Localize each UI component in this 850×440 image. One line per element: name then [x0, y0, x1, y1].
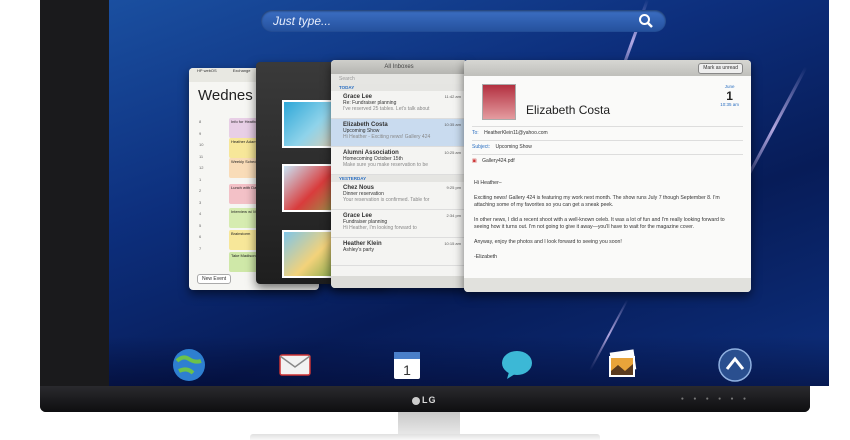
mail-preview: Make sure you make reservation to be [343, 162, 429, 168]
mail-subject: Ashley's party [343, 247, 374, 253]
search-icon[interactable] [638, 13, 654, 29]
pdf-icon: ▣ [472, 158, 477, 164]
mail-time: 10:25 am [444, 150, 461, 155]
hour-label: 8 [199, 119, 202, 124]
hour-label: 7 [199, 245, 202, 251]
mail-preview: Hi Heather, I'm looking forward to [343, 225, 417, 231]
brand-logo: LG [412, 395, 437, 405]
body-paragraph: Exciting news! Gallery 424 is featuring … [474, 195, 720, 208]
email-date: June 1 10:35 am [720, 84, 739, 108]
lg-logo-icon [412, 396, 420, 405]
mail-preview: Hi Heather - Exciting news! Gallery 424 [343, 134, 431, 140]
mail-time: 9:25 pm [446, 185, 461, 190]
calendar-tab[interactable]: HP webOS [197, 68, 217, 82]
photos-icon[interactable] [605, 347, 641, 383]
email-detail-card[interactable]: Mark as unread Elizabeth Costa June 1 10… [464, 60, 751, 292]
launcher-arrow-icon[interactable] [717, 347, 753, 383]
hour-label: 1 [199, 176, 202, 182]
mail-item[interactable]: Chez Nous Dinner reservation Your reserv… [331, 182, 467, 210]
subject-value: Upcoming Show [495, 144, 532, 150]
calendar-tab[interactable]: Exchange [233, 68, 251, 82]
mail-list-card[interactable]: All Inboxes Search TODAY Grace Lee Re: F… [331, 60, 467, 288]
new-event-button[interactable]: New Event [197, 274, 232, 284]
to-label: To: [472, 130, 479, 136]
globe-icon[interactable] [171, 347, 207, 383]
chat-bubble-icon[interactable] [499, 347, 535, 383]
monitor: Just type... HP webOS Exchange Wednes 8 … [40, 0, 829, 412]
mail-preview: I've reserved 25 tables. Let's talk abou… [343, 106, 430, 112]
mail-time: 10:35 am [444, 122, 461, 127]
attachment-name[interactable]: Gallery424.pdf [482, 158, 515, 164]
search-placeholder: Just type... [273, 14, 332, 28]
to-row[interactable]: To: HeatherKlein11@yahoo.com [472, 126, 743, 139]
mail-list-header: All Inboxes [331, 60, 467, 74]
brand-text: LG [422, 395, 437, 405]
attachment-row[interactable]: ▣ Gallery424.pdf [472, 154, 743, 167]
date-time: 10:35 am [720, 102, 739, 107]
body-paragraph: -Elizabeth [474, 254, 498, 260]
mail-search-input[interactable]: Search [331, 74, 467, 84]
email-actions-toolbar [464, 278, 751, 292]
subject-row: Subject: Upcoming Show [472, 140, 743, 153]
mail-item[interactable]: Grace Lee Re: Fundraiser planning I've r… [331, 91, 467, 119]
hour-label: 3 [199, 199, 202, 205]
calendar-icon[interactable]: 1 [389, 347, 425, 383]
hour-label: 10 [199, 142, 204, 147]
mail-item[interactable]: Grace Lee Fundraiser planning Hi Heather… [331, 210, 467, 238]
body-paragraph: Hi Heather– [474, 180, 502, 186]
mail-preview: Your reservation is confirmed. Table for [343, 197, 430, 203]
hour-label: 9 [199, 130, 202, 136]
monitor-stand-base [250, 434, 600, 440]
mail-item-selected[interactable]: Elizabeth Costa Upcoming Show Hi Heather… [331, 119, 467, 147]
date-day: 1 [726, 89, 733, 103]
svg-text:1: 1 [403, 362, 411, 378]
mark-unread-button[interactable]: Mark as unread [698, 63, 743, 74]
section-today: TODAY [331, 84, 467, 91]
hour-label: 12 [199, 165, 204, 170]
body-paragraph: Anyway, enjoy the photos and I look forw… [474, 239, 622, 245]
mail-list-toolbar [331, 276, 467, 288]
mail-time: 2:34 pm [446, 213, 461, 218]
bezel-controls: ● ● ● ● ● ● [680, 396, 750, 402]
hour-label: 11 [199, 153, 204, 159]
body-paragraph: In other news, I did a recent shoot with… [474, 217, 725, 230]
monitor-bezel: LG ● ● ● ● ● ● [40, 386, 810, 412]
mail-item[interactable]: Alumni Association Homecoming October 15… [331, 147, 467, 175]
sender-avatar [482, 84, 516, 120]
email-toolbar: Mark as unread [464, 60, 751, 76]
email-body: Hi Heather– Exciting news! Gallery 424 i… [474, 180, 741, 269]
calendar-hours: 8 9 10 11 12 1 2 3 4 5 6 7 [199, 116, 203, 254]
mail-icon[interactable] [277, 347, 313, 383]
to-value: HeatherKlein11@yahoo.com [484, 130, 548, 136]
hour-label: 6 [199, 234, 202, 239]
hour-label: 5 [199, 222, 202, 228]
mail-time: 10:15 am [444, 241, 461, 246]
hour-label: 4 [199, 211, 202, 216]
sender-name: Elizabeth Costa [526, 103, 611, 117]
subject-label: Subject: [472, 144, 491, 150]
section-yesterday: YESTERDAY [331, 175, 467, 182]
mail-item[interactable]: Heather Klein Ashley's party 10:15 am [331, 238, 467, 266]
mail-time: 11:42 am [444, 94, 461, 99]
desktop-screen: Just type... HP webOS Exchange Wednes 8 … [109, 0, 829, 386]
hour-label: 2 [199, 188, 202, 193]
search-bar[interactable]: Just type... [261, 10, 666, 32]
